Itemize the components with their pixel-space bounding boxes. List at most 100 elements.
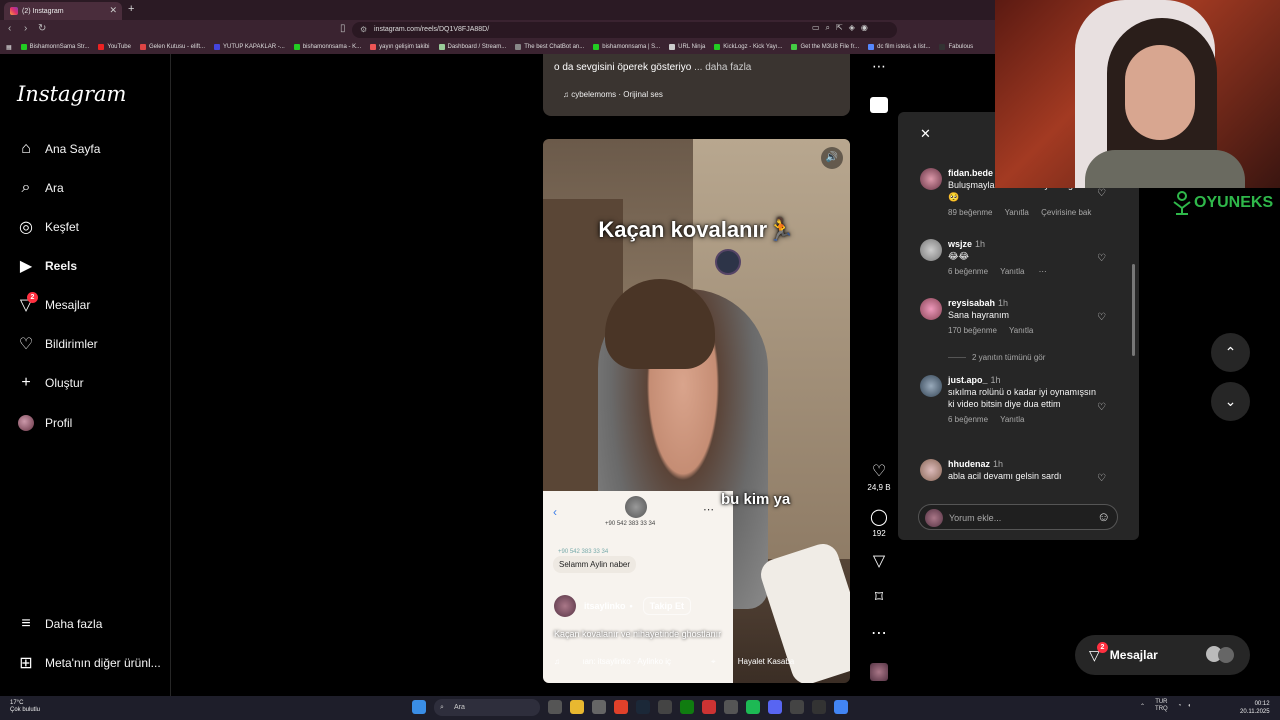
- bookmark-item[interactable]: bishamonnsama - K...: [293, 44, 361, 50]
- task-view-icon[interactable]: [548, 700, 562, 714]
- comment-username[interactable]: hhudenaz 1h: [948, 459, 1098, 469]
- more-options-button[interactable]: ⋯: [862, 625, 896, 643]
- reply-button[interactable]: Yanıtla: [1005, 208, 1029, 217]
- apps-icon[interactable]: ▦: [6, 44, 12, 51]
- reel-video[interactable]: Kaçan kovalanır🏃 🔊 ‹ +90 542 383 33 34 ⋯…: [543, 139, 850, 683]
- sidebar-item-home[interactable]: ⌂ Ana Sayfa: [17, 140, 100, 158]
- sidebar-item-reels[interactable]: ▶ Reels: [17, 257, 77, 275]
- sidebar-item-messages[interactable]: ▽ 2 Mesajlar: [17, 292, 90, 314]
- sidebar-item-profile[interactable]: Profil: [17, 414, 72, 432]
- app-icon[interactable]: [790, 700, 804, 714]
- comment-input[interactable]: [949, 510, 1089, 526]
- reel-audio[interactable]: ♫ ıan: itsaylinko · Aylinko iç: [554, 657, 691, 667]
- emoji-icon[interactable]: ☺: [1097, 509, 1110, 524]
- app-icon[interactable]: [658, 700, 672, 714]
- browser-tab[interactable]: (2) Instagram ✕: [4, 2, 122, 20]
- comment-avatar[interactable]: [920, 375, 942, 397]
- weather-widget[interactable]: 17°C Çok bulutlu: [10, 700, 40, 714]
- audio-thumbnail[interactable]: [870, 97, 888, 113]
- sidebar-item-notifications[interactable]: ♡ Bildirimler: [17, 335, 98, 353]
- bookmark-icon[interactable]: ▯: [340, 23, 346, 34]
- brave-browser-icon[interactable]: [614, 700, 628, 714]
- bookmark-item[interactable]: yayın gelişim takibi: [370, 44, 430, 50]
- previous-reel-button[interactable]: ⌃: [1211, 333, 1250, 372]
- comment-likes[interactable]: 170 beğenme: [948, 326, 997, 335]
- app-icon[interactable]: [702, 700, 716, 714]
- messages-pill[interactable]: ▽ 2 Mesajlar: [1075, 635, 1250, 675]
- author-username[interactable]: itsaylinko: [584, 601, 626, 611]
- more-options-icon[interactable]: ⋯: [872, 58, 886, 75]
- sidebar-item-create[interactable]: + Oluştur: [17, 374, 83, 392]
- sidebar-item-explore[interactable]: ◎ Keşfet: [17, 218, 79, 236]
- translate-button[interactable]: Çevirisine bak: [1041, 208, 1091, 217]
- share-button[interactable]: ▽: [862, 553, 896, 571]
- like-comment-icon[interactable]: ♡: [1097, 402, 1106, 413]
- like-comment-icon[interactable]: ♡: [1097, 312, 1106, 323]
- bookmark-item[interactable]: KickLogz - Kick Yayı...: [714, 44, 782, 50]
- reel-description[interactable]: Kaçan kovalanır ve nihayetinde ghostlanı…: [554, 629, 721, 639]
- more-link[interactable]: ... daha fazla: [694, 62, 751, 73]
- bookmark-item[interactable]: BishamonnSama Str...: [20, 44, 89, 50]
- comment-avatar[interactable]: [920, 459, 942, 481]
- discord-icon[interactable]: [768, 700, 782, 714]
- steam-icon[interactable]: [636, 700, 650, 714]
- bookmark-item[interactable]: URL Ninja: [669, 44, 705, 50]
- comment-more-icon[interactable]: ⋯: [1039, 267, 1047, 276]
- like-comment-icon[interactable]: ♡: [1097, 253, 1106, 264]
- reply-button[interactable]: Yanıtla: [1009, 326, 1033, 335]
- view-replies-button[interactable]: 2 yanıtın tümünü gör: [948, 353, 1045, 362]
- comment-username[interactable]: reysisabah 1h: [948, 298, 1098, 308]
- clock[interactable]: 00:12 20.11.2025: [1240, 700, 1270, 716]
- comment-likes[interactable]: 89 beğenme: [948, 208, 992, 217]
- previous-reel[interactable]: o da sevgisini öperek gösteriyo ... daha…: [543, 54, 850, 116]
- bookmark-item[interactable]: dc film istesi, a list...: [868, 44, 930, 50]
- comments-scrollbar[interactable]: [1132, 264, 1135, 356]
- instagram-logo[interactable]: Instagram: [17, 82, 126, 106]
- follow-button[interactable]: Takip Et: [642, 597, 692, 615]
- spotify-icon[interactable]: [746, 700, 760, 714]
- bookmark-item[interactable]: YUTUP KAPAKLAR -...: [213, 44, 285, 50]
- address-bar-action-icons[interactable]: ▭⌕⇱◈◉: [812, 23, 874, 33]
- file-explorer-icon[interactable]: [570, 700, 584, 714]
- save-button[interactable]: ⌑: [862, 589, 896, 607]
- xbox-icon[interactable]: [680, 700, 694, 714]
- like-comment-icon[interactable]: ♡: [1097, 188, 1106, 199]
- bookmark-item[interactable]: The best ChatBot an...: [515, 44, 584, 50]
- tray-chevron-icon[interactable]: ⌃: [1140, 703, 1145, 710]
- sidebar-item-more[interactable]: ≡ Daha fazla: [17, 615, 102, 633]
- language-indicator[interactable]: TUR TRQ: [1155, 699, 1168, 713]
- wifi-icon[interactable]: ◔: [1178, 703, 1182, 709]
- bookmark-item[interactable]: Fabulous: [939, 44, 973, 50]
- capcut-icon[interactable]: [812, 700, 826, 714]
- like-button[interactable]: ♡ 24,9 B: [862, 463, 896, 492]
- windows-start-icon[interactable]: [412, 700, 426, 714]
- new-tab-icon[interactable]: +: [128, 3, 134, 15]
- reload-icon[interactable]: ↻: [38, 23, 46, 34]
- volume-icon[interactable]: ◖: [1187, 703, 1191, 709]
- obs-icon[interactable]: [724, 700, 738, 714]
- taskbar-search[interactable]: ⌕ Ara: [434, 699, 540, 716]
- comment-avatar[interactable]: [920, 239, 942, 261]
- comment-likes[interactable]: 6 beğenme: [948, 267, 988, 276]
- bookmark-item[interactable]: bishamonnsama | S...: [593, 44, 660, 50]
- site-info-icon[interactable]: ⚙: [360, 22, 367, 38]
- bookmark-item[interactable]: Dashboard / Stream...: [438, 44, 506, 50]
- close-tab-icon[interactable]: ✕: [109, 5, 117, 16]
- close-icon[interactable]: ✕: [920, 126, 931, 142]
- reel-location[interactable]: ⌖ Hayalet Kasaba: [711, 657, 814, 667]
- sidebar-item-meta[interactable]: ⊞ Meta'nın diğer ürünl...: [17, 654, 160, 672]
- volume-icon[interactable]: 🔊: [821, 147, 843, 169]
- comment-likes[interactable]: 6 beğenme: [948, 415, 988, 424]
- sidebar-item-search[interactable]: ⌕ Ara: [17, 179, 64, 197]
- comment-username[interactable]: wsjze 1h: [948, 239, 1098, 249]
- comment-username[interactable]: just.apo_ 1h: [948, 375, 1098, 385]
- audio-thumbnail[interactable]: [870, 663, 888, 681]
- bookmark-item[interactable]: Gelen Kutusu - elift...: [139, 44, 205, 50]
- store-icon[interactable]: [592, 700, 606, 714]
- reel-audio[interactable]: ♫ cybelemoms · Orijinal ses: [563, 90, 663, 99]
- bookmark-item[interactable]: YouTube: [98, 44, 131, 50]
- author-avatar[interactable]: [554, 595, 576, 617]
- back-icon[interactable]: ‹: [8, 23, 11, 34]
- bookmark-item[interactable]: Get the M3U8 File fr...: [791, 44, 859, 50]
- next-reel-button[interactable]: ⌄: [1211, 382, 1250, 421]
